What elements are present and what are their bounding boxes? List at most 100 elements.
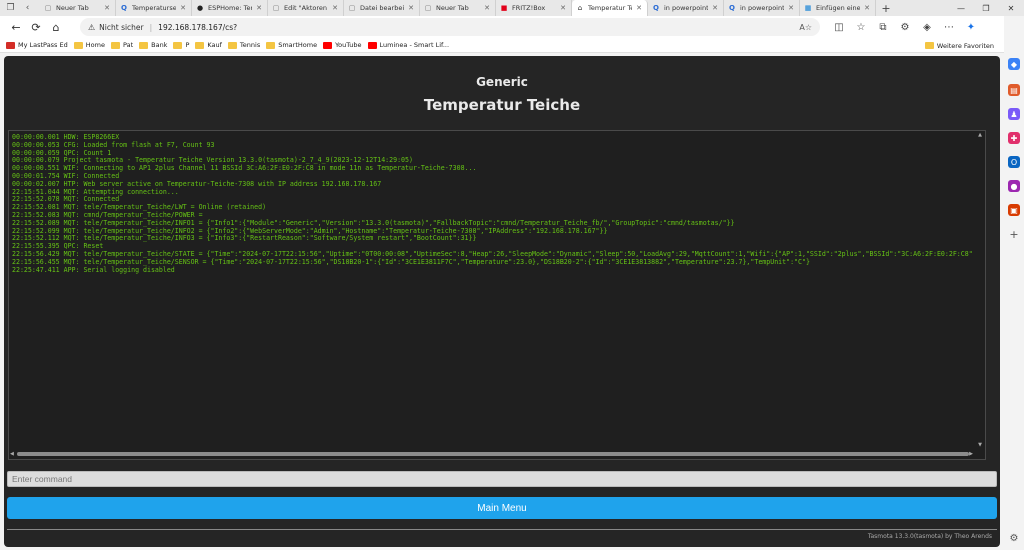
close-tab-icon[interactable]: ✕ xyxy=(635,4,643,12)
footer-divider xyxy=(7,529,997,530)
bookmark-3[interactable]: Bank xyxy=(139,41,167,49)
bookmark-label: Home xyxy=(85,41,105,49)
bookmark-6[interactable]: Tennis xyxy=(227,41,260,49)
horizontal-scroll-thumb[interactable] xyxy=(17,452,969,456)
bookmark-label: Pat xyxy=(122,41,134,49)
tools-icon[interactable]: ✚ xyxy=(1008,132,1020,144)
close-tab-icon[interactable]: ✕ xyxy=(179,4,187,12)
bookmark-label: My LastPass Ed xyxy=(18,41,68,49)
folder-icon xyxy=(139,41,149,49)
security-label: Nicht sicher xyxy=(99,22,144,32)
games-icon[interactable]: ♟ xyxy=(1008,108,1020,120)
tab-2[interactable]: ● ESPHome: Tem ✕ xyxy=(192,0,268,16)
bookmark-2[interactable]: Pat xyxy=(110,41,134,49)
tab-5[interactable]: ▢ Neuer Tab ✕ xyxy=(420,0,496,16)
bookmark-4[interactable]: P xyxy=(173,41,189,49)
close-tab-icon[interactable]: ✕ xyxy=(711,4,719,12)
office-icon[interactable]: ▣ xyxy=(1008,204,1020,216)
folder-icon xyxy=(73,41,83,49)
other-favorites[interactable]: Weitere Favoriten xyxy=(924,38,994,53)
command-input[interactable] xyxy=(7,471,997,487)
lastpass-icon xyxy=(6,41,15,49)
toolbar-icons: ◫ ☆ ⧉ ⚙ ◈ ⋯ ✦ xyxy=(828,18,982,36)
tab-label: Neuer Tab xyxy=(436,4,469,12)
youtube-icon xyxy=(323,41,333,49)
add-sidebar-icon[interactable]: + xyxy=(1008,228,1020,241)
footer-text: Tasmota 13.3.0(tasmota) by Theo Arends xyxy=(867,533,992,540)
tab-back-icon[interactable]: ‹ xyxy=(21,2,34,15)
close-tab-icon[interactable]: ✕ xyxy=(407,4,415,12)
tab-1[interactable]: Q Temperatursen ✕ xyxy=(116,0,192,16)
console-line: 22:15:51.044 MQT: Attempting connection.… xyxy=(12,187,179,196)
address-bar[interactable]: ⚠ Nicht sicher | 192.168.178.167/cs? A☆ xyxy=(80,18,820,36)
close-tab-icon[interactable]: ✕ xyxy=(103,4,111,12)
url-text[interactable]: 192.168.178.167/cs? xyxy=(158,23,237,32)
tab-9[interactable]: Qin powerpoint ✕ xyxy=(724,0,800,16)
tab-4[interactable]: ▢ Datei bearbeite✕ xyxy=(344,0,420,16)
folder-icon xyxy=(173,41,183,49)
tag-icon[interactable]: ◆ xyxy=(1008,58,1020,70)
read-aloud-icon[interactable]: A☆ xyxy=(799,23,812,32)
extensions-icon[interactable]: ⚙ xyxy=(894,18,916,36)
close-window-icon[interactable]: ✕ xyxy=(1000,0,1022,16)
copilot-icon[interactable]: ✦ xyxy=(960,18,982,36)
console-horizontal-scrollbar[interactable]: ◀ ▶ xyxy=(9,449,985,459)
back-icon[interactable]: ← xyxy=(6,17,26,37)
close-tab-icon[interactable]: ✕ xyxy=(787,4,795,12)
shield-icon[interactable]: ◈ xyxy=(916,18,938,36)
bookmark-8[interactable]: YouTube xyxy=(323,41,362,49)
more-icon[interactable]: ⋯ xyxy=(938,18,960,36)
settings-icon[interactable]: ⚙ xyxy=(1008,532,1020,544)
outlook-icon[interactable]: O xyxy=(1008,156,1020,168)
tab-label: Temperatur Te xyxy=(588,4,632,12)
briefcase-icon[interactable]: ▤ xyxy=(1008,84,1020,96)
console-log[interactable]: 00:00:00.001 HDW: ESP8266EX 00:00:00.053 … xyxy=(8,130,986,460)
home-icon[interactable]: ⌂ xyxy=(46,17,66,37)
tab-3[interactable]: ▢ Edit "Aktoren ✕ xyxy=(268,0,344,16)
maximize-icon[interactable]: ❐ xyxy=(975,0,997,16)
tab-10[interactable]: ▦ Einfügen eines ✕ xyxy=(800,0,876,16)
other-favorites-label: Weitere Favoriten xyxy=(936,41,994,50)
close-tab-icon[interactable]: ✕ xyxy=(331,4,339,12)
console-lines: 00:00:00.001 HDW: ESP8266EX 00:00:00.053 … xyxy=(12,134,973,447)
close-tab-icon[interactable]: ✕ xyxy=(863,4,871,12)
bookmark-9[interactable]: Luminea - Smart Lif... xyxy=(367,41,449,49)
bookmark-7[interactable]: SmartHome xyxy=(266,41,317,49)
tab-8[interactable]: Qin powerpoint a✕ xyxy=(648,0,724,16)
close-tab-icon[interactable]: ✕ xyxy=(483,4,491,12)
bookmark-label: Kauf xyxy=(207,41,222,49)
tab-label: FRITZ!Box xyxy=(512,4,546,12)
fritz-icon: ■ xyxy=(500,4,508,12)
search-icon: Q xyxy=(121,4,127,12)
scroll-down-icon[interactable]: ▼ xyxy=(977,442,983,448)
tab-label: Einfügen eines xyxy=(816,4,860,12)
tab-label: Datei bearbeite xyxy=(360,4,404,12)
tab-label: Neuer Tab xyxy=(56,4,89,12)
favorites-star-icon[interactable]: ☆ xyxy=(850,18,872,36)
tab-7[interactable]: ⌂ Temperatur Te ✕ xyxy=(572,0,648,16)
scroll-up-icon[interactable]: ▲ xyxy=(977,132,983,138)
collections-icon[interactable]: ⧉ xyxy=(872,18,894,36)
minimize-icon[interactable]: — xyxy=(950,0,972,16)
scroll-right-icon[interactable]: ▶ xyxy=(969,451,973,457)
tab-actions-icon[interactable]: ❐ xyxy=(4,2,17,15)
refresh-icon[interactable]: ⟳ xyxy=(26,17,46,37)
new-tab-button[interactable]: + xyxy=(879,1,893,15)
console-line: 22:25:47.411 APP: Serial logging disable… xyxy=(12,265,175,274)
bookmark-5[interactable]: Kauf xyxy=(195,41,222,49)
bookmark-0[interactable]: My LastPass Ed xyxy=(6,41,68,49)
copilot-sidebar-icon[interactable]: ● xyxy=(1008,180,1020,192)
folder-icon xyxy=(266,41,276,49)
bookmark-1[interactable]: Home xyxy=(73,41,105,49)
split-screen-icon[interactable]: ◫ xyxy=(828,18,850,36)
folder-icon xyxy=(924,42,934,49)
device-name: Generic xyxy=(476,75,528,89)
tab-6[interactable]: ■ FRITZ!Box ✕ xyxy=(496,0,572,16)
close-tab-icon[interactable]: ✕ xyxy=(559,4,567,12)
main-menu-button[interactable]: Main Menu xyxy=(7,497,997,519)
tab-0[interactable]: ▢ Neuer Tab ✕ xyxy=(40,0,116,16)
tab-label: ESPHome: Tem xyxy=(208,4,252,12)
scroll-left-icon[interactable]: ◀ xyxy=(10,451,14,457)
close-tab-icon[interactable]: ✕ xyxy=(255,4,263,12)
console-vertical-scrollbar[interactable]: ▲ ▼ xyxy=(975,131,985,449)
